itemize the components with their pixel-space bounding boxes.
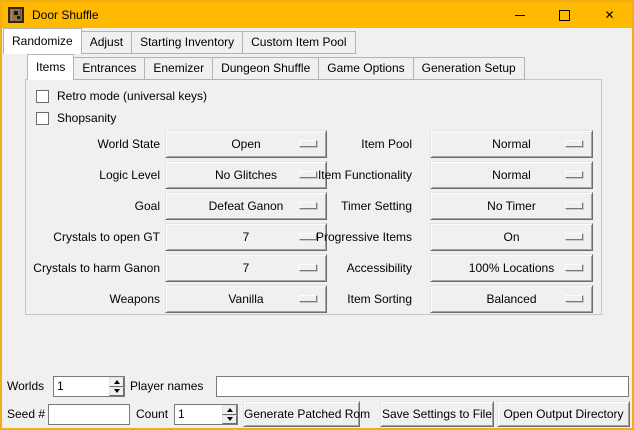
crystals-harm-ganon-label: Crystals to harm Ganon bbox=[22, 254, 160, 282]
tab-randomize[interactable]: Randomize bbox=[3, 28, 82, 54]
tab-generation-setup[interactable]: Generation Setup bbox=[413, 57, 525, 80]
retro-mode-checkbox[interactable] bbox=[36, 90, 49, 103]
timer-setting-dropdown[interactable]: No Timer bbox=[430, 192, 593, 220]
count-spinner[interactable]: 1 bbox=[174, 404, 238, 425]
window-controls: ✕ bbox=[497, 2, 632, 28]
item-sorting-label: Item Sorting bbox=[290, 285, 412, 313]
item-sorting-dropdown[interactable]: Balanced bbox=[430, 285, 593, 313]
tab-game-options[interactable]: Game Options bbox=[318, 57, 413, 80]
item-functionality-dropdown[interactable]: Normal bbox=[430, 161, 593, 189]
worlds-spinner[interactable]: 1 bbox=[53, 376, 125, 397]
worlds-label: Worlds bbox=[7, 376, 44, 397]
dropdown-indicator-icon bbox=[565, 264, 583, 271]
item-pool-label: Item Pool bbox=[290, 130, 412, 158]
player-names-input[interactable] bbox=[216, 376, 629, 397]
close-button[interactable]: ✕ bbox=[587, 2, 632, 28]
world-state-label: World State bbox=[22, 130, 160, 158]
spin-up-icon bbox=[114, 380, 120, 384]
app-window: Door Shuffle ✕ Randomize Adjust Starting… bbox=[0, 0, 634, 430]
sub-tab-bar: Items Entrances Enemizer Dungeon Shuffle… bbox=[27, 54, 525, 80]
tab-custom-item-pool[interactable]: Custom Item Pool bbox=[242, 31, 355, 54]
app-icon bbox=[8, 7, 24, 23]
item-functionality-value: Normal bbox=[492, 168, 531, 182]
generate-patched-rom-button[interactable]: Generate Patched Rom bbox=[243, 401, 360, 427]
shopsanity-checkbox[interactable] bbox=[36, 112, 49, 125]
count-label: Count bbox=[136, 404, 168, 425]
dropdown-indicator-icon bbox=[565, 295, 583, 302]
timer-setting-value: No Timer bbox=[487, 199, 536, 213]
count-value: 1 bbox=[175, 405, 222, 424]
progressive-items-value: On bbox=[503, 230, 519, 244]
worlds-spinner-arrows bbox=[109, 377, 124, 396]
logic-level-label: Logic Level bbox=[22, 161, 160, 189]
goal-label: Goal bbox=[22, 192, 160, 220]
item-pool-dropdown[interactable]: Normal bbox=[430, 130, 593, 158]
tab-dungeon-shuffle[interactable]: Dungeon Shuffle bbox=[212, 57, 319, 80]
timer-setting-label: Timer Setting bbox=[290, 192, 412, 220]
shopsanity-label: Shopsanity bbox=[57, 111, 116, 125]
spin-up-icon bbox=[227, 408, 233, 412]
tab-enemizer[interactable]: Enemizer bbox=[144, 57, 213, 80]
minimize-button[interactable] bbox=[497, 2, 542, 28]
shopsanity-option: Shopsanity bbox=[36, 110, 116, 126]
dropdown-indicator-icon bbox=[565, 140, 583, 147]
titlebar[interactable]: Door Shuffle ✕ bbox=[2, 2, 632, 28]
close-icon: ✕ bbox=[604, 9, 614, 21]
dropdown-indicator-icon bbox=[565, 233, 583, 240]
spin-down-icon bbox=[227, 417, 233, 421]
crystals-open-gt-value: 7 bbox=[243, 230, 250, 244]
world-state-value: Open bbox=[231, 137, 260, 151]
count-spin-down-button[interactable] bbox=[222, 415, 237, 425]
dropdown-indicator-icon bbox=[565, 171, 583, 178]
main-tab-bar: Randomize Adjust Starting Inventory Cust… bbox=[3, 28, 356, 54]
weapons-value: Vanilla bbox=[228, 292, 263, 306]
crystals-harm-ganon-value: 7 bbox=[243, 261, 250, 275]
worlds-spin-down-button[interactable] bbox=[109, 387, 124, 397]
logic-level-value: No Glitches bbox=[215, 168, 277, 182]
count-spinner-arrows bbox=[222, 405, 237, 424]
spin-down-icon bbox=[114, 389, 120, 393]
maximize-icon bbox=[559, 10, 570, 21]
tab-items[interactable]: Items bbox=[27, 54, 74, 80]
tab-adjust[interactable]: Adjust bbox=[81, 31, 132, 54]
maximize-button[interactable] bbox=[542, 2, 587, 28]
worlds-value: 1 bbox=[54, 377, 109, 396]
progressive-items-dropdown[interactable]: On bbox=[430, 223, 593, 251]
accessibility-value: 100% Locations bbox=[469, 261, 554, 275]
item-sorting-value: Balanced bbox=[486, 292, 536, 306]
seed-input[interactable] bbox=[48, 404, 130, 425]
progressive-items-label: Progressive Items bbox=[290, 223, 412, 251]
save-settings-button[interactable]: Save Settings to File bbox=[380, 401, 494, 427]
seed-label: Seed # bbox=[7, 404, 45, 425]
crystals-open-gt-label: Crystals to open GT bbox=[22, 223, 160, 251]
worlds-spin-up-button[interactable] bbox=[109, 377, 124, 387]
goal-value: Defeat Ganon bbox=[209, 199, 284, 213]
window-title: Door Shuffle bbox=[32, 8, 99, 22]
tab-entrances[interactable]: Entrances bbox=[73, 57, 145, 80]
retro-mode-option: Retro mode (universal keys) bbox=[36, 88, 207, 104]
tab-starting-inventory[interactable]: Starting Inventory bbox=[131, 31, 243, 54]
item-functionality-label: Item Functionality bbox=[290, 161, 412, 189]
count-spin-up-button[interactable] bbox=[222, 405, 237, 415]
accessibility-dropdown[interactable]: 100% Locations bbox=[430, 254, 593, 282]
minimize-icon bbox=[515, 15, 525, 16]
accessibility-label: Accessibility bbox=[290, 254, 412, 282]
retro-mode-label: Retro mode (universal keys) bbox=[57, 89, 207, 103]
player-names-label: Player names bbox=[130, 376, 203, 397]
open-output-directory-button[interactable]: Open Output Directory bbox=[497, 401, 630, 427]
dropdown-indicator-icon bbox=[565, 202, 583, 209]
item-pool-value: Normal bbox=[492, 137, 531, 151]
weapons-label: Weapons bbox=[22, 285, 160, 313]
